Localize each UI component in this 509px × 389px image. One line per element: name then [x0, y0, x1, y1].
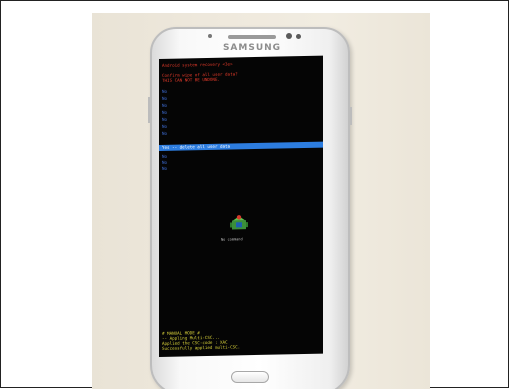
light-sensor: [208, 34, 212, 38]
proximity-sensor: [296, 34, 301, 39]
photo: SAMSUNG Android system recovery <3e> Con…: [92, 13, 430, 389]
menu-item-selected[interactable]: Yes -- delete all user data: [159, 141, 323, 151]
earpiece-speaker: [228, 35, 276, 39]
recovery-title: Android system recovery <3e>: [162, 61, 233, 68]
volume-key: [148, 97, 150, 123]
log-line: Successfully applied multi-CSC.: [162, 344, 241, 351]
menu-item-selected-label: Yes -- delete all user data: [162, 143, 231, 150]
menu-item-no[interactable]: No: [162, 89, 167, 94]
warning-line: THIS CAN NOT BE UNDONE.: [162, 76, 220, 83]
menu-item-no[interactable]: No: [162, 96, 167, 101]
menu-item-no[interactable]: No: [162, 103, 167, 108]
android-robot-icon: [230, 215, 248, 230]
menu-item-no[interactable]: No: [162, 131, 167, 136]
menu-item-no[interactable]: No: [162, 166, 167, 171]
phone: SAMSUNG Android system recovery <3e> Con…: [148, 27, 352, 389]
status-label: No command: [221, 237, 243, 242]
menu-item-no[interactable]: No: [162, 154, 167, 159]
menu-item-no[interactable]: No: [162, 124, 167, 129]
brand-logo: SAMSUNG: [222, 43, 282, 53]
recovery-screen: Android system recovery <3e> Confirm wip…: [159, 55, 323, 357]
menu-item-no[interactable]: No: [162, 117, 167, 122]
power-key: [350, 107, 352, 125]
menu-item-no[interactable]: No: [162, 160, 167, 165]
home-button[interactable]: [231, 371, 269, 383]
menu-item-no[interactable]: No: [162, 110, 167, 115]
image-frame: SAMSUNG Android system recovery <3e> Con…: [0, 0, 509, 389]
front-camera: [286, 33, 292, 39]
